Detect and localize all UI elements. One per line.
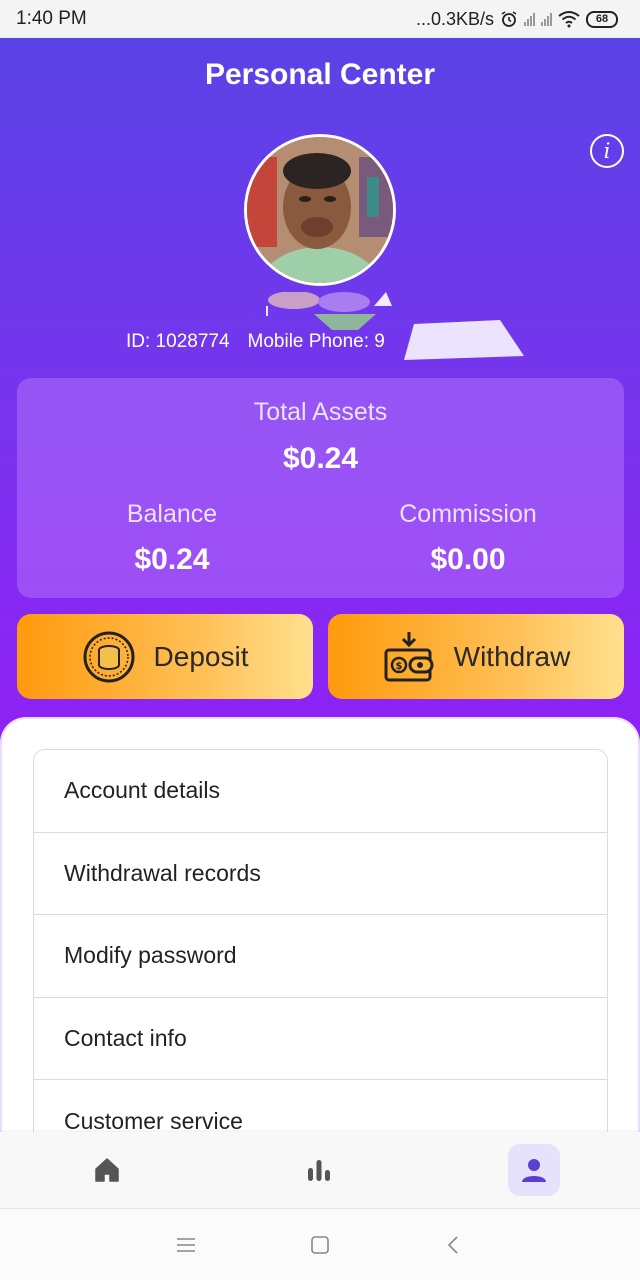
alarm-icon: [501, 11, 517, 27]
deposit-button[interactable]: Deposit: [17, 614, 313, 699]
user-icon: [522, 1159, 546, 1182]
commission-block: Commission $0.00: [318, 500, 618, 577]
menu-item-modify-password[interactable]: Modify password: [34, 915, 607, 998]
avatar-photo: [247, 137, 393, 283]
user-info-line: ID: 1028774 Mobile Phone: 9: [126, 331, 385, 353]
menu-icon[interactable]: [170, 1229, 202, 1261]
assets-card: Total Assets $0.24 Balance $0.24 Commiss…: [17, 378, 624, 598]
back-icon[interactable]: [438, 1229, 470, 1261]
mobile-phone: Mobile Phone: 9: [247, 331, 385, 352]
info-icon[interactable]: i: [590, 134, 624, 168]
withdraw-button[interactable]: $ Withdraw: [328, 614, 624, 699]
commission-value: $0.00: [430, 543, 506, 576]
coins-icon: [83, 631, 135, 682]
menu-item-withdrawal-records[interactable]: Withdrawal records: [34, 833, 607, 915]
balance-block: Balance $0.24: [22, 500, 322, 577]
square-icon[interactable]: [304, 1229, 336, 1261]
phone-redacted: [404, 320, 524, 360]
chart-icon: [308, 1160, 330, 1181]
page-title: Personal Center: [204, 58, 436, 91]
menu-item-account-details[interactable]: Account details: [34, 750, 607, 833]
wifi-icon: [558, 11, 580, 28]
commission-label: Commission: [399, 500, 537, 528]
home-icon: [95, 1158, 119, 1182]
status-indicators: ...0.3KB/s 68: [416, 9, 618, 30]
network-speed: ...0.3KB/s: [415, 8, 494, 29]
total-assets-value: $0.24: [282, 442, 359, 475]
battery-icon: 68: [586, 10, 618, 28]
withdraw-label: Withdraw: [453, 640, 571, 672]
signal-icon: [524, 12, 535, 26]
user-id: ID: 1028774: [126, 331, 230, 352]
menu-item-contact-info[interactable]: Contact info: [34, 998, 607, 1080]
total-assets-label: Total Assets: [253, 398, 388, 426]
system-nav-bar: [0, 1208, 640, 1280]
avatar[interactable]: [244, 134, 396, 286]
balance-value: $0.24: [134, 543, 210, 576]
status-time: 1:40 PM: [16, 8, 87, 29]
bottom-nav: [0, 1132, 640, 1208]
status-bar: 1:40 PM ...0.3KB/s 68: [0, 0, 640, 38]
nickname-redacted: [266, 292, 392, 330]
nav-home[interactable]: [81, 1144, 133, 1196]
balance-label: Balance: [126, 500, 218, 528]
svg-text:$: $: [395, 661, 402, 672]
deposit-label: Deposit: [153, 640, 249, 672]
nav-stats[interactable]: [293, 1144, 345, 1196]
wallet-icon: $: [384, 631, 434, 681]
nav-profile[interactable]: [508, 1144, 560, 1196]
settings-menu: Account details Withdrawal records Modif…: [33, 749, 608, 1164]
signal-icon: [541, 12, 552, 26]
